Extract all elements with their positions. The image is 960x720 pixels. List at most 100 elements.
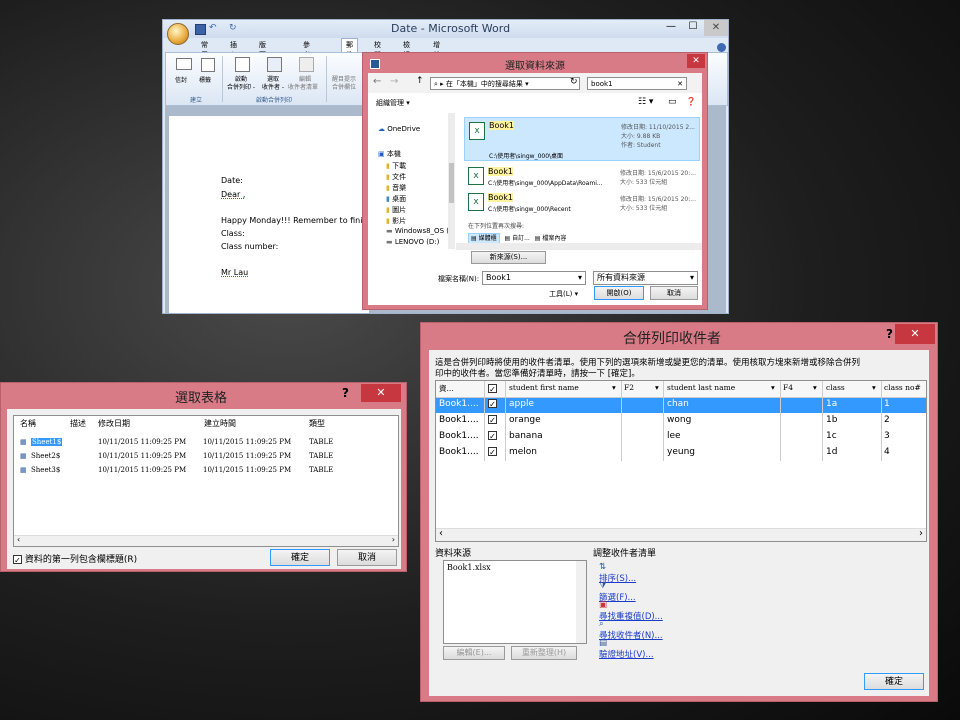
scroll-left-icon[interactable]: ‹ [17,535,20,544]
office-orb-icon[interactable] [167,23,189,45]
open-button[interactable]: 開啟(O) [594,286,644,300]
search-contents[interactable]: ▤ 檔案內容 [535,235,567,242]
ok-button[interactable]: 確定 [270,549,330,566]
tree-thispc[interactable]: ▣ 本機 [378,149,401,159]
dialog-close-button[interactable]: ✕ [687,54,705,68]
preview-pane-icon[interactable]: ▭ [668,97,677,107]
checkbox[interactable]: ✓ [13,555,22,565]
data-source-item[interactable]: Book1.xlsx [447,563,491,572]
chevron-down-icon[interactable]: ▾ [612,383,616,392]
header-checkbox[interactable]: ✓ [488,383,497,394]
column-header[interactable]: 類型 [309,418,325,429]
list-item[interactable]: x Book1 C:\使用者\singw_000\Recent 修改日期: 15… [464,191,700,215]
tree-videos[interactable]: ▮ 影片 [386,216,406,226]
column-header[interactable]: class no# [884,383,921,392]
chevron-down-icon[interactable]: ▾ [655,383,659,392]
view-options-icon[interactable]: ☷ ▾ [638,97,653,107]
edit-button[interactable]: 編輯(E)... [443,646,505,660]
vscroll[interactable] [576,561,586,643]
column-header[interactable]: 修改日期 [98,418,130,429]
table-list[interactable]: 名稱 描述 修改日期 建立時間 類型 ▦ Sheet1$ 10/11/2015 … [13,415,399,547]
column-header[interactable]: student last name [667,383,735,392]
up-icon[interactable]: ↑ [416,76,424,86]
tree-scrollbar[interactable] [448,113,455,249]
scroll-right-icon[interactable]: › [919,528,923,539]
row-checkbox[interactable]: ✓ [488,447,497,457]
help-button[interactable]: ? [342,386,349,400]
table-row[interactable]: Book1.... ✓ orange wong 1b 2 [436,414,926,429]
list-item[interactable]: x Book1 C:\使用者\singw_000\AppData\Roami..… [464,165,700,189]
help-button[interactable]: ? [886,327,893,341]
table-row[interactable]: ▦ Sheet2$ 10/11/2015 11:09:25 PM 10/11/2… [14,452,398,464]
scroll-left-icon[interactable]: ‹ [439,528,443,539]
cancel-button[interactable]: 取消 [337,549,397,566]
help-icon[interactable]: ❓ [686,97,696,106]
tree-windows-drive[interactable]: ▬ Windows8_OS ( [386,227,449,235]
column-header[interactable]: 描述 [70,418,86,429]
tree-documents[interactable]: ▮ 文件 [386,172,406,182]
tree-onedrive[interactable]: ☁ OneDrive [378,125,420,133]
data-source-list[interactable]: Book1.xlsx [443,560,587,644]
list-item[interactable]: x Book1 C:\使用者\singw_000\桌面 修改日期: 11/10/… [464,117,700,161]
tree-downloads[interactable]: ▮ 下載 [386,161,406,171]
column-header[interactable]: 名稱 [20,418,36,429]
hscroll[interactable] [456,243,702,250]
start-merge-icon[interactable] [235,57,250,72]
select-recipients-icon[interactable] [267,57,282,72]
refresh-icon[interactable]: ↻ [570,77,578,87]
table-row[interactable]: ▦ Sheet1$ 10/11/2015 11:09:25 PM 10/11/2… [14,438,398,450]
column-header[interactable]: F2 [624,383,634,392]
chevron-down-icon[interactable]: ▾ [872,383,876,392]
chevron-down-icon[interactable]: ▾ [771,383,775,392]
edit-list-icon[interactable] [299,57,314,72]
back-icon[interactable]: ← [373,76,381,87]
undo-icon[interactable]: ↶ [209,23,217,33]
labels-icon[interactable] [201,58,215,72]
row-checkbox[interactable]: ✓ [488,415,497,425]
scroll-right-icon[interactable]: › [392,535,395,544]
envelope-icon[interactable] [176,58,192,70]
hscroll[interactable]: ‹ › [436,528,926,541]
column-header[interactable]: 資... [439,383,454,394]
search-clear-icon[interactable]: ✕ [677,78,683,89]
refresh-button[interactable]: 重新整理(H) [511,646,577,660]
table-row[interactable]: ▦ Sheet3$ 10/11/2015 11:09:25 PM 10/11/2… [14,466,398,478]
filename-input[interactable]: Book1 ▾ [482,271,586,285]
forward-icon[interactable]: → [390,76,398,87]
chevron-down-icon[interactable]: ▾ [813,383,817,392]
filetype-select[interactable]: 所有資料來源 ▾ [593,271,698,285]
search-input[interactable]: book1 ✕ [587,77,687,90]
validate-address-link[interactable]: ▤ 驗證地址(V)... [599,638,654,660]
new-source-button[interactable]: 新來源(S)... [471,251,546,264]
hscroll[interactable]: ‹ › [14,535,398,546]
table-row[interactable]: Book1.... ✓ melon yeung 1d 4 [436,446,926,461]
table-row[interactable]: Book1.... ✓ banana lee 1c 3 [436,430,926,445]
column-header[interactable]: 建立時間 [204,418,236,429]
table-row[interactable]: Book1.... ✓ apple chan 1a 1 [436,398,926,413]
address-bar[interactable]: ⌕ ▸ 在「本機」中的搜尋結果 ▾ [430,77,580,90]
tree-desktop[interactable]: ▮ 桌面 [386,194,406,204]
row-checkbox[interactable]: ✓ [488,399,497,409]
column-header[interactable]: F4 [783,383,793,392]
quick-save-icon[interactable] [195,24,206,35]
row-checkbox[interactable]: ✓ [488,431,497,441]
ok-button[interactable]: 確定 [864,673,924,690]
column-header[interactable]: student first name [509,383,579,392]
tools-menu[interactable]: 工具(L) ▾ [549,289,578,299]
header-row-checkbox[interactable]: ✓ 資料的第一列包含欄標題(R) [13,552,137,565]
redo-icon[interactable]: ↻ [229,23,237,33]
minimize-button[interactable]: — [660,21,682,36]
help-icon[interactable] [717,43,726,52]
tree-music[interactable]: ▮ 音樂 [386,183,406,193]
cancel-button[interactable]: 取消 [650,286,698,300]
maximize-button[interactable]: ☐ [682,21,704,36]
document-page[interactable]: Date: Dear , Happy Monday!!! Remember to… [169,116,379,313]
search-custom[interactable]: ▤ 自訂... [505,235,530,242]
tree-pictures[interactable]: ▮ 圖片 [386,205,406,215]
dialog-close-button[interactable]: ✕ [895,324,935,344]
tree-lenovo-drive[interactable]: ▬ LENOVO (D:) [386,238,439,246]
column-header[interactable]: class [826,383,845,392]
organize-menu[interactable]: 組織管理 ▾ [376,98,410,108]
dialog-close-button[interactable]: ✕ [361,384,401,402]
word-close-button[interactable]: ✕ [704,20,728,36]
